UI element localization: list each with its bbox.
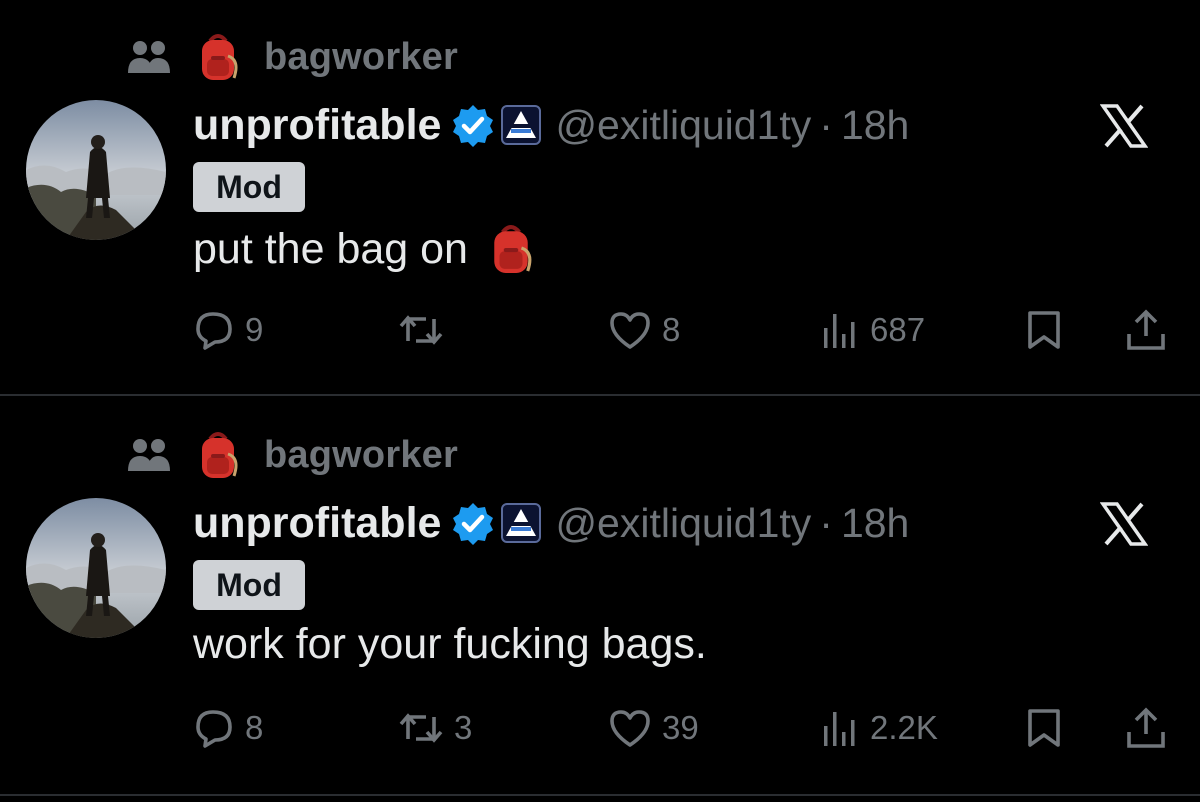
reply-icon xyxy=(196,312,232,350)
separator-dot: · xyxy=(819,101,833,148)
reply-button[interactable]: 8 xyxy=(193,698,263,758)
backpack-emoji xyxy=(488,222,534,276)
backpack-emoji xyxy=(196,32,240,82)
verified-badge-icon[interactable] xyxy=(451,103,495,147)
repost-button[interactable]: 3 xyxy=(398,698,472,758)
repost-icon xyxy=(399,315,443,345)
post-text-content: put the bag on xyxy=(193,224,468,273)
bookmark-button[interactable] xyxy=(1024,300,1064,360)
view-count: 2.2K xyxy=(870,709,938,746)
views-icon xyxy=(824,712,855,746)
affiliate-badge-icon[interactable] xyxy=(501,105,542,145)
reply-count: 8 xyxy=(245,709,264,746)
community-members-icon xyxy=(124,35,174,79)
community-name[interactable]: bagworker xyxy=(264,36,458,79)
community-members-icon xyxy=(124,433,174,477)
views-icon xyxy=(824,314,855,348)
like-count: 39 xyxy=(662,709,699,746)
handle[interactable]: @exitliquid1ty xyxy=(555,102,811,149)
reply-icon xyxy=(196,710,232,748)
x-close-icon[interactable] xyxy=(1099,502,1149,546)
like-count: 8 xyxy=(662,311,681,348)
post-text: put the bag on xyxy=(193,222,534,276)
display-name[interactable]: unprofitable xyxy=(193,101,441,150)
avatar[interactable] xyxy=(26,498,166,638)
action-bar: 9 8 687 xyxy=(0,300,1200,360)
x-close-icon[interactable] xyxy=(1099,104,1149,148)
post-1[interactable]: bagworker unprofitable @exitliquid1ty · … xyxy=(0,0,1200,396)
separator-dot: · xyxy=(819,499,833,546)
action-bar: 8 3 39 2.2K xyxy=(0,698,1200,758)
repost-count: 3 xyxy=(454,709,473,746)
bookmark-icon xyxy=(1028,709,1060,747)
post-2[interactable]: bagworker unprofitable @exitliquid1ty · … xyxy=(0,398,1200,794)
timestamp[interactable]: 18h xyxy=(841,500,909,547)
views-button[interactable]: 687 xyxy=(820,300,925,360)
affiliate-badge-icon[interactable] xyxy=(501,503,542,543)
share-icon xyxy=(1127,707,1165,748)
post-divider xyxy=(0,394,1200,396)
display-name[interactable]: unprofitable xyxy=(193,499,441,548)
like-button[interactable]: 8 xyxy=(608,300,680,360)
handle[interactable]: @exitliquid1ty xyxy=(555,500,811,547)
post-header: unprofitable @exitliquid1ty · 18h xyxy=(193,493,909,553)
mod-badge: Mod xyxy=(193,162,305,212)
timestamp[interactable]: 18h xyxy=(841,102,909,149)
share-button[interactable] xyxy=(1124,698,1168,758)
mod-badge: Mod xyxy=(193,560,305,610)
post-text-content: work for your fucking bags. xyxy=(193,620,707,668)
share-button[interactable] xyxy=(1124,300,1168,360)
repost-icon xyxy=(399,713,443,743)
bookmark-button[interactable] xyxy=(1024,698,1064,758)
view-count: 687 xyxy=(870,311,926,348)
post-divider xyxy=(0,794,1200,796)
reply-count: 9 xyxy=(245,311,264,348)
avatar[interactable] xyxy=(26,100,166,240)
community-row[interactable]: bagworker xyxy=(124,432,458,478)
post-header: unprofitable @exitliquid1ty · 18h xyxy=(193,95,909,155)
community-row[interactable]: bagworker xyxy=(124,34,458,80)
like-icon xyxy=(610,312,650,349)
community-name[interactable]: bagworker xyxy=(264,434,458,477)
share-icon xyxy=(1127,309,1165,350)
like-icon xyxy=(610,710,650,747)
repost-button[interactable] xyxy=(398,300,454,360)
reply-button[interactable]: 9 xyxy=(193,300,263,360)
views-button[interactable]: 2.2K xyxy=(820,698,938,758)
like-button[interactable]: 39 xyxy=(608,698,699,758)
verified-badge-icon[interactable] xyxy=(451,501,495,545)
bookmark-icon xyxy=(1028,311,1060,349)
backpack-emoji xyxy=(196,430,240,480)
post-text: work for your fucking bags. xyxy=(193,620,707,669)
